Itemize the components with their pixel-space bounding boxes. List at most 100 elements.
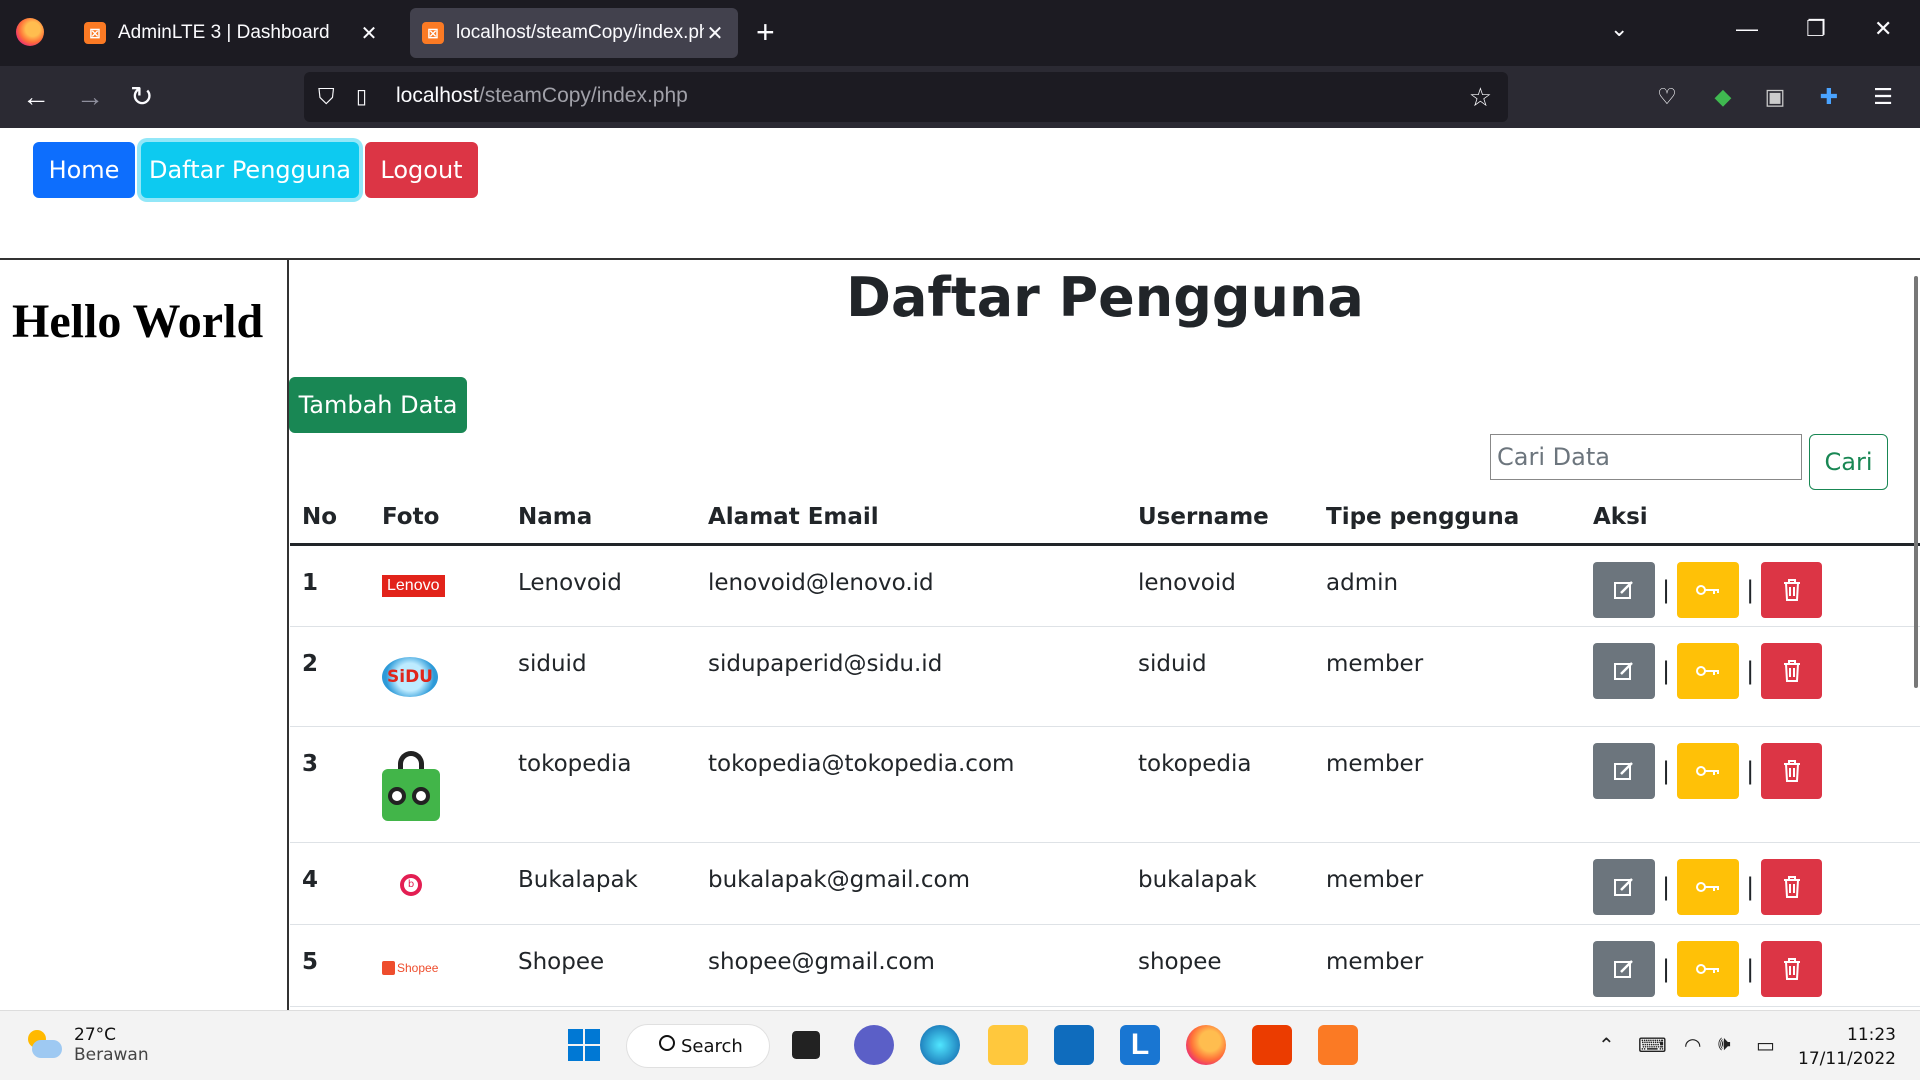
reset-password-button[interactable] <box>1677 561 1740 618</box>
row-tipe: member <box>1314 842 1581 925</box>
weather-condition: Berawan <box>74 1045 149 1065</box>
row-no: 2 <box>290 626 370 727</box>
row-aksi: | | <box>1581 726 1920 843</box>
new-tab-button[interactable]: + <box>756 16 775 48</box>
header-tipe: Tipe pengguna <box>1314 492 1581 546</box>
row-nama: tokopedia <box>506 726 696 843</box>
xampp-taskbar-icon[interactable] <box>1318 1025 1358 1065</box>
forward-arrow-icon[interactable]: → <box>76 80 104 114</box>
chat-icon[interactable] <box>854 1025 894 1065</box>
reset-password-button[interactable] <box>1677 742 1740 799</box>
row-no: 3 <box>290 726 370 843</box>
delete-button[interactable] <box>1761 742 1823 799</box>
header-email: Alamat Email <box>696 492 1126 546</box>
row-foto: SiDU <box>370 626 506 727</box>
row-foto: Lenovo <box>370 544 506 627</box>
delete-button[interactable] <box>1761 561 1823 618</box>
delete-button[interactable] <box>1761 858 1823 915</box>
task-view-icon[interactable] <box>792 1031 820 1059</box>
tab-steamcopy[interactable]: ⊠ localhost/steamCopy/index.php ✕ <box>410 8 738 58</box>
mail-icon[interactable] <box>1054 1025 1094 1065</box>
bookmark-star-icon[interactable]: ☆ <box>1469 82 1492 113</box>
firefox-icon[interactable] <box>16 18 44 46</box>
extension-icon[interactable]: ◆ <box>1710 84 1736 110</box>
page-scrollbar[interactable] <box>1914 276 1918 688</box>
close-icon[interactable]: ✕ <box>358 21 380 46</box>
close-icon[interactable]: ✕ <box>704 21 726 46</box>
keyboard-icon[interactable]: ⌨ <box>1638 1033 1667 1058</box>
reload-icon[interactable]: ↻ <box>130 80 153 114</box>
delete-button[interactable] <box>1761 642 1823 699</box>
menu-hamburger-icon[interactable]: ☰ <box>1870 84 1896 110</box>
shield-icon[interactable]: ⛉ <box>318 84 335 110</box>
row-email: tokopedia@tokopedia.com <box>696 726 1126 843</box>
office-icon[interactable] <box>1252 1025 1292 1065</box>
url-text[interactable]: localhost/steamCopy/index.php <box>396 84 688 108</box>
edit-icon <box>1614 580 1633 599</box>
pocket-icon[interactable]: ♡ <box>1654 84 1680 110</box>
table-row: 1 Lenovo Lenovoid lenovoid@lenovo.id len… <box>290 544 1920 627</box>
tab-list-chevron-icon[interactable]: ⌄ <box>1610 16 1628 42</box>
header-aksi: Aksi <box>1581 492 1920 546</box>
daftar-pengguna-button[interactable]: Daftar Pengguna <box>141 142 359 198</box>
launcher-l-icon[interactable]: L <box>1120 1025 1160 1065</box>
table-row: 4 b Bukalapak bukalapak@gmail.com bukala… <box>290 842 1920 925</box>
shopee-logo: Shopee <box>382 961 438 976</box>
delete-button[interactable] <box>1761 940 1823 997</box>
profile-icon[interactable]: ▣ <box>1762 84 1788 110</box>
battery-icon[interactable]: ▭ <box>1756 1033 1775 1058</box>
browser-tab-bar: ⊠ AdminLTE 3 | Dashboard ✕ ⊠ localhost/s… <box>0 0 1920 66</box>
volume-icon[interactable]: 🕪 <box>1718 1033 1731 1056</box>
edit-button[interactable] <box>1593 561 1655 618</box>
table-row: 3 tokopedia tokopedia@tokopedia.com toko… <box>290 726 1920 843</box>
browser-nav-bar: ← → ↻ ⛉ ▯ localhost/steamCopy/index.php … <box>0 66 1920 128</box>
sidu-logo: SiDU <box>382 656 438 697</box>
edit-button[interactable] <box>1593 742 1655 799</box>
reset-password-button[interactable] <box>1677 858 1740 915</box>
clock[interactable]: 11:23 17/11/2022 <box>1798 1023 1896 1071</box>
edit-button[interactable] <box>1593 858 1655 915</box>
tab-title: AdminLTE 3 | Dashboard <box>118 22 330 43</box>
edge-icon[interactable] <box>920 1025 960 1065</box>
file-explorer-icon[interactable] <box>988 1025 1028 1065</box>
restore-button[interactable]: ❐ <box>1806 16 1826 42</box>
taskbar-search[interactable]: Search <box>626 1024 770 1068</box>
header-no: No <box>290 492 370 546</box>
windows-start-icon[interactable] <box>564 1025 604 1065</box>
tab-adminlte[interactable]: ⊠ AdminLTE 3 | Dashboard ✕ <box>72 8 392 58</box>
edit-icon <box>1614 877 1633 896</box>
table-row: 2 SiDU siduid sidupaperid@sidu.id siduid… <box>290 626 1920 727</box>
key-icon <box>1696 584 1720 595</box>
reset-password-button[interactable] <box>1677 940 1740 997</box>
page-info-icon[interactable]: ▯ <box>356 84 367 109</box>
tokopedia-logo <box>382 750 440 821</box>
back-arrow-icon[interactable]: ← <box>22 80 50 114</box>
page-content: Home Daftar Pengguna Logout Hello World … <box>0 128 1920 1010</box>
edit-button[interactable] <box>1593 940 1655 997</box>
tambah-data-button[interactable]: Tambah Data <box>289 377 467 433</box>
cari-button[interactable]: Cari <box>1809 434 1888 490</box>
row-no: 4 <box>290 842 370 925</box>
row-username: siduid <box>1126 626 1314 727</box>
row-no: 5 <box>290 924 370 1007</box>
weather-widget[interactable]: 27°C Berawan <box>24 1025 149 1065</box>
xampp-icon: ⊠ <box>422 22 444 44</box>
edit-icon <box>1614 761 1633 780</box>
search-input[interactable] <box>1490 434 1802 480</box>
url-bar[interactable]: ⛉ ▯ localhost/steamCopy/index.php ☆ <box>304 72 1508 122</box>
row-username: shopee <box>1126 924 1314 1007</box>
logout-button[interactable]: Logout <box>365 142 478 198</box>
minimize-button[interactable]: — <box>1736 16 1758 42</box>
xampp-icon: ⊠ <box>84 22 106 44</box>
edit-button[interactable] <box>1593 642 1655 699</box>
window-close-button[interactable]: ✕ <box>1874 16 1892 42</box>
wifi-icon[interactable]: ◠ <box>1684 1033 1701 1058</box>
firefox-taskbar-icon[interactable] <box>1186 1025 1226 1065</box>
home-button[interactable]: Home <box>33 142 135 198</box>
trash-icon <box>1783 957 1800 980</box>
chevron-up-icon[interactable]: ⌃ <box>1598 1033 1615 1058</box>
main-panel: Daftar Pengguna Tambah Data Cari No Foto… <box>289 260 1920 1010</box>
reset-password-button[interactable] <box>1677 642 1740 699</box>
row-nama: siduid <box>506 626 696 727</box>
extension-puzzle-icon[interactable]: ✚ <box>1816 84 1842 110</box>
